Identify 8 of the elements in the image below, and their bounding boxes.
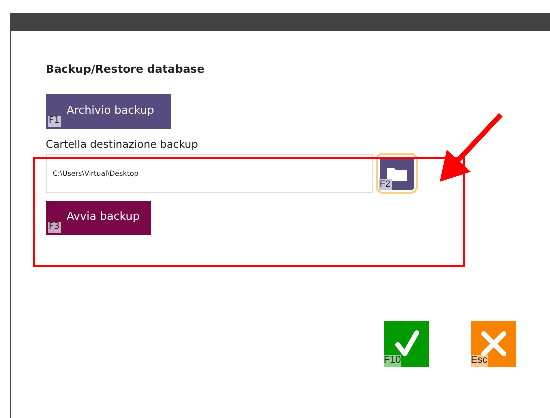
section-title: Backup/Restore database — [46, 63, 206, 78]
cancel-button[interactable]: Esc — [471, 321, 516, 367]
browse-folder-button[interactable]: F2 — [376, 153, 418, 194]
confirm-button[interactable]: F10 — [384, 321, 429, 367]
folder-icon — [386, 166, 408, 182]
field-label: Cartella destinazione backup — [46, 139, 200, 153]
archive-backup-button[interactable]: F1 Archivio backup — [46, 94, 171, 129]
start-backup-button[interactable]: F3 Avvia backup — [46, 201, 151, 235]
